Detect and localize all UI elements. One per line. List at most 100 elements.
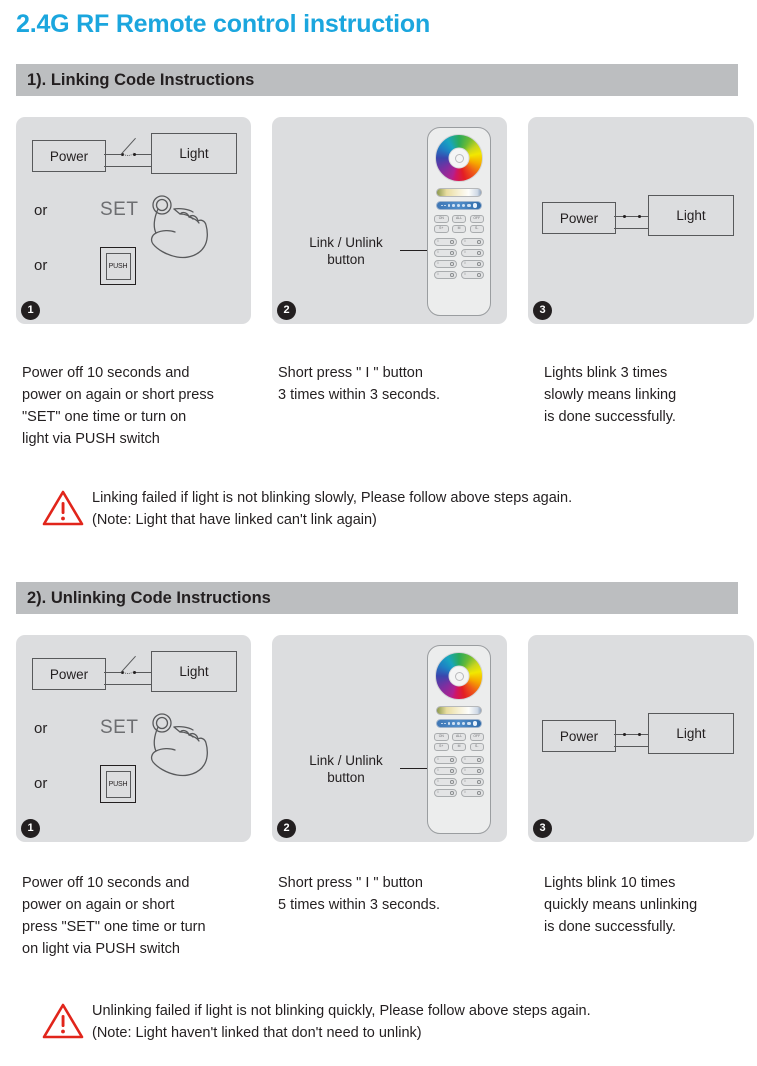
remote-mode-button[interactable]: M: [451, 743, 467, 751]
hand-pointing-icon: [144, 709, 226, 790]
contact-dot-left: [623, 733, 626, 736]
contact-dot-left: [623, 215, 626, 218]
panel-step-3-unlinking: Power Light 3: [528, 635, 754, 842]
remote-off-button[interactable]: OFF: [469, 733, 484, 741]
zone-button[interactable]: I: [434, 789, 457, 797]
remote-on-button[interactable]: ON: [434, 733, 449, 741]
page-title: 2.4G RF Remote control instruction: [16, 10, 431, 38]
section-1-warning: Linking failed if light is not blinking …: [16, 487, 738, 539]
remote-speed-down-button[interactable]: S-: [469, 743, 484, 751]
step-badge: 1: [21, 301, 40, 320]
warning-triangle-icon: [42, 1002, 84, 1045]
zone-button-indicator: [449, 273, 454, 277]
zone-button[interactable]: I: [434, 271, 457, 279]
caption-step-1: Power off 10 seconds and power on again …: [22, 365, 214, 448]
power-box: Power: [542, 720, 616, 752]
zone-button-indicator: [476, 273, 481, 277]
zone-button-label: I: [464, 757, 466, 762]
remote-off-button[interactable]: OFF: [469, 215, 484, 223]
caption-step-3: Lights blink 10 times quickly means unli…: [544, 875, 698, 936]
remote-zone-buttons: I I I I I I I I: [434, 756, 484, 800]
zone-button-indicator: [476, 262, 481, 266]
zone-button-label: I: [464, 790, 466, 795]
zone-button[interactable]: I: [461, 789, 484, 797]
color-wheel-icon[interactable]: [435, 134, 483, 182]
zone-button[interactable]: I: [461, 238, 484, 246]
zone-button-label: I: [437, 768, 439, 773]
zone-row: I I: [434, 271, 484, 279]
caption-step-2: Short press " I " button 3 times within …: [278, 365, 440, 404]
step-badge: 1: [21, 819, 40, 838]
zone-button-label: I: [437, 757, 439, 762]
zone-button[interactable]: I: [434, 260, 457, 268]
zone-button-link-unlink[interactable]: I: [434, 756, 457, 764]
zone-button[interactable]: I: [461, 260, 484, 268]
push-switch-label: PUSH: [105, 252, 131, 280]
zone-button-indicator: [449, 251, 454, 255]
remote-all-button[interactable]: ALL: [451, 215, 467, 223]
zone-row: I I: [434, 756, 484, 764]
zone-row: I I: [434, 249, 484, 257]
zone-button-label: I: [464, 250, 466, 255]
zone-button[interactable]: I: [461, 271, 484, 279]
light-box: Light: [648, 195, 734, 236]
zone-button-label: I: [437, 272, 439, 277]
remote-speed-up-button[interactable]: S+: [434, 225, 449, 233]
zone-button[interactable]: I: [461, 756, 484, 764]
zone-button-indicator: [476, 251, 481, 255]
light-box: Light: [151, 133, 237, 174]
zone-row: I I: [434, 789, 484, 797]
instruction-page: 2.4G RF Remote control instruction 1). L…: [0, 0, 757, 1066]
zone-button-label: I: [437, 779, 439, 784]
zone-button[interactable]: I: [434, 767, 457, 775]
zone-row: I I: [434, 260, 484, 268]
zone-button-indicator: [449, 791, 454, 795]
link-unlink-button-label: Link / Unlink button: [309, 753, 383, 785]
remote-control: ON ALL OFF S+ M S- I I I I I I I I: [427, 645, 491, 834]
zone-button-indicator: [449, 780, 454, 784]
section-header-1: 1). Linking Code Instructions: [16, 64, 738, 96]
brightness-slider[interactable]: [436, 201, 482, 210]
zone-button[interactable]: I: [461, 249, 484, 257]
section-2-captions: Power off 10 seconds and power on again …: [16, 872, 738, 968]
zone-button-label: I: [464, 779, 466, 784]
color-temperature-slider[interactable]: [436, 188, 482, 197]
zone-button-label: I: [464, 239, 466, 244]
wire-top-left: [104, 672, 122, 674]
section-1-captions: Power off 10 seconds and power on again …: [16, 362, 738, 458]
zone-button-label: I: [437, 239, 439, 244]
panel-step-2-linking: Link / Unlink button ON ALL OFF S+ M S- …: [272, 117, 507, 324]
push-switch-icon: PUSH: [100, 247, 136, 285]
hand-pointing-icon: [144, 191, 226, 272]
push-switch-label: PUSH: [105, 770, 131, 798]
warning-text: Linking failed if light is not blinking …: [92, 490, 573, 529]
color-wheel-icon[interactable]: [435, 652, 483, 700]
zone-button-label: I: [437, 250, 439, 255]
or-label-2: or: [34, 257, 48, 274]
zone-button-indicator: [449, 769, 454, 773]
color-temperature-slider[interactable]: [436, 706, 482, 715]
warning-triangle-icon: [42, 489, 84, 532]
remote-on-button[interactable]: ON: [434, 215, 449, 223]
remote-function-buttons: ON ALL OFF S+ M S-: [434, 733, 484, 753]
remote-mode-button[interactable]: M: [451, 225, 467, 233]
light-box: Light: [151, 651, 237, 692]
zone-button[interactable]: I: [461, 767, 484, 775]
wire-top: [614, 734, 648, 736]
remote-speed-down-button[interactable]: S-: [469, 225, 484, 233]
zone-button-indicator: [449, 262, 454, 266]
zone-button[interactable]: I: [461, 778, 484, 786]
caption-step-2: Short press " I " button 5 times within …: [278, 875, 440, 914]
zone-button-indicator: [449, 240, 454, 244]
section-2-warning: Unlinking failed if light is not blinkin…: [16, 1000, 738, 1052]
panel-step-1-linking: Power Light or SET or PUSH 1: [16, 117, 251, 324]
warning-text: Unlinking failed if light is not blinkin…: [92, 1003, 591, 1042]
color-wheel-center: [448, 147, 470, 169]
remote-speed-up-button[interactable]: S+: [434, 743, 449, 751]
zone-button[interactable]: I: [434, 778, 457, 786]
wire-bottom: [104, 166, 151, 168]
brightness-slider[interactable]: [436, 719, 482, 728]
zone-button-link-unlink[interactable]: I: [434, 238, 457, 246]
remote-all-button[interactable]: ALL: [451, 733, 467, 741]
zone-button[interactable]: I: [434, 249, 457, 257]
